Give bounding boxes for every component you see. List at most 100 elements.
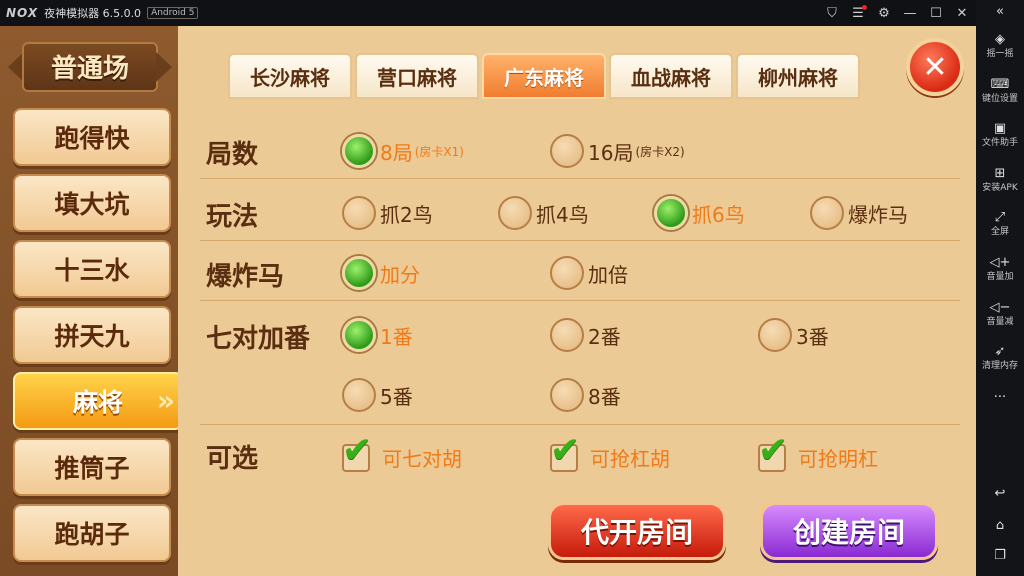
option-text: 抓6鸟 [692, 202, 745, 227]
chevron-right-icon: » [156, 384, 175, 417]
menu-icon[interactable]: ☰ [850, 4, 867, 21]
create-room-button[interactable]: 创建房间 [760, 502, 938, 560]
radio-unselected [550, 256, 584, 290]
shirt-icon[interactable]: ⛉ [824, 6, 840, 21]
android-recent-button[interactable]: ❐ [976, 548, 1024, 564]
option-text: 可抢杠胡 [590, 446, 670, 471]
minimize-icon[interactable]: — [902, 6, 918, 21]
nox-logo: NOX [6, 6, 39, 20]
radio-unselected [342, 196, 376, 230]
sidebar-item-volume-down[interactable]: ◁− 音量减 [976, 300, 1024, 328]
checkbox-checked: ✔ [340, 430, 378, 474]
android-home-button[interactable]: ⌂ [976, 518, 1024, 534]
option-text: 抓4鸟 [536, 202, 589, 227]
tab-xuezhan-mahjong[interactable]: 血战麻将 [609, 53, 733, 99]
seven-pairs-option-8[interactable]: 8番 [550, 378, 621, 412]
sidebar-item-clean-memory[interactable]: ➶ 清理内存 [976, 344, 1024, 372]
optional-seven-pairs-hu[interactable]: ✔ 可七对胡 [340, 430, 462, 474]
category-paohuzi[interactable]: 跑胡子 [13, 504, 171, 562]
radio-selected [654, 196, 688, 230]
option-text: 8番 [588, 384, 621, 409]
emulator-sidebar: « ◈ 摇一摇 ⌨ 键位设置 ▣ 文件助手 ⊞ 安装APK ⤢ 全屏 ◁+ 音量加 ◁− 音量… [976, 0, 1024, 576]
bomb-horse-label: 爆炸马 [206, 262, 285, 292]
category-panel: 普通场 跑得快 填大坑 十三水 拼天九 麻将 » 推筒子 跑胡子 [0, 26, 183, 576]
bomb-horse-option-double[interactable]: 加倍 [550, 256, 628, 290]
rounds-option-8[interactable]: 8局 (房卡X1) [342, 134, 464, 168]
category-tiandakeng[interactable]: 填大坑 [13, 174, 171, 232]
volume-down-icon: ◁− [989, 300, 1011, 315]
play-option-2-birds[interactable]: 抓2鸟 [342, 196, 433, 230]
radio-selected [342, 256, 376, 290]
optional-rob-kong-hu[interactable]: ✔ 可抢杠胡 [548, 430, 670, 474]
close-button[interactable]: ✕ [906, 38, 964, 96]
more-icon: ··· [993, 390, 1007, 405]
shake-icon: ◈ [995, 32, 1005, 47]
file-helper-icon: ▣ [993, 121, 1007, 136]
tab-liuzhou-mahjong[interactable]: 柳州麻将 [736, 53, 860, 99]
category-tuitongzi[interactable]: 推筒子 [13, 438, 171, 496]
category-paodekuai[interactable]: 跑得快 [13, 108, 171, 166]
room-type-title: 普通场 [50, 54, 129, 84]
category-pintianjiu[interactable]: 拼天九 [13, 306, 171, 364]
option-text: 加分 [380, 262, 420, 287]
radio-selected [342, 134, 376, 168]
bomb-horse-option-add[interactable]: 加分 [342, 256, 420, 290]
play-option-6-birds[interactable]: 抓6鸟 [654, 196, 745, 230]
gear-icon[interactable]: ⚙ [876, 6, 892, 21]
emulator-titlebar: NOX 夜神模拟器 6.5.0.0 Android 5 ⛉ ☰ ⚙ — ☐ ✕ [0, 0, 976, 26]
option-text: 可抢明杠 [798, 446, 878, 471]
play-label: 玩法 [206, 202, 259, 232]
row-divider [200, 240, 960, 241]
maximize-icon[interactable]: ☐ [928, 6, 944, 21]
app-title: 夜神模拟器 6.5.0.0 [44, 7, 142, 20]
seven-pairs-option-2[interactable]: 2番 [550, 318, 621, 352]
sidebar-item-volume-up[interactable]: ◁+ 音量加 [976, 255, 1024, 283]
sidebar-more-button[interactable]: ··· [976, 390, 1024, 406]
back-icon: ↩ [994, 486, 1006, 501]
game-screen: 普通场 跑得快 填大坑 十三水 拼天九 麻将 » 推筒子 跑胡子 长沙麻将 营口… [0, 26, 976, 576]
tab-guangdong-mahjong[interactable]: 广东麻将 [482, 53, 606, 99]
seven-pairs-option-1[interactable]: 1番 [342, 318, 413, 352]
radio-unselected [758, 318, 792, 352]
option-text: 1番 [380, 324, 413, 349]
option-text: 抓2鸟 [380, 202, 433, 227]
sidebar-collapse-button[interactable]: « [976, 4, 1024, 20]
radio-unselected [550, 134, 584, 168]
radio-unselected [550, 378, 584, 412]
checkmark-icon: ✔ [342, 430, 373, 471]
play-option-4-birds[interactable]: 抓4鸟 [498, 196, 589, 230]
optional-rob-exposed-kong[interactable]: ✔ 可抢明杠 [756, 430, 878, 474]
sidebar-item-shake[interactable]: ◈ 摇一摇 [976, 32, 1024, 60]
checkbox-checked: ✔ [756, 430, 794, 474]
keyboard-icon: ⌨ [990, 77, 1010, 92]
sidebar-item-files[interactable]: ▣ 文件助手 [976, 121, 1024, 149]
close-icon[interactable]: ✕ [954, 6, 970, 21]
sidebar-item-fullscreen[interactable]: ⤢ 全屏 [976, 210, 1024, 238]
option-text: 加倍 [588, 262, 628, 287]
radio-unselected [550, 318, 584, 352]
room-type-plate: 普通场 [8, 36, 172, 96]
rounds-label: 局数 [206, 140, 259, 170]
option-text: 8局 [380, 140, 413, 165]
tab-changsha-mahjong[interactable]: 长沙麻将 [228, 53, 352, 99]
proxy-open-room-button[interactable]: 代开房间 [548, 502, 726, 560]
category-shisanshui[interactable]: 十三水 [13, 240, 171, 298]
option-text: 5番 [380, 384, 413, 409]
radio-unselected [810, 196, 844, 230]
checkmark-icon: ✔ [550, 430, 581, 471]
seven-pairs-label: 七对加番 [206, 324, 311, 354]
option-text: 16局 [588, 140, 634, 165]
tab-yingkou-mahjong[interactable]: 营口麻将 [355, 53, 479, 99]
seven-pairs-option-3[interactable]: 3番 [758, 318, 829, 352]
recent-apps-icon: ❐ [994, 548, 1006, 563]
category-mahjong[interactable]: 麻将 » [13, 372, 183, 430]
sidebar-item-apk[interactable]: ⊞ 安装APK [976, 166, 1024, 194]
rocket-icon: ➶ [994, 344, 1006, 359]
rounds-option-16[interactable]: 16局 (房卡X2) [550, 134, 685, 168]
category-mahjong-label: 麻将 [72, 388, 123, 417]
sidebar-item-keymap[interactable]: ⌨ 键位设置 [976, 77, 1024, 105]
seven-pairs-option-5[interactable]: 5番 [342, 378, 413, 412]
play-option-bomb-horse[interactable]: 爆炸马 [810, 196, 908, 230]
home-icon: ⌂ [995, 518, 1005, 533]
android-back-button[interactable]: ↩ [976, 486, 1024, 502]
